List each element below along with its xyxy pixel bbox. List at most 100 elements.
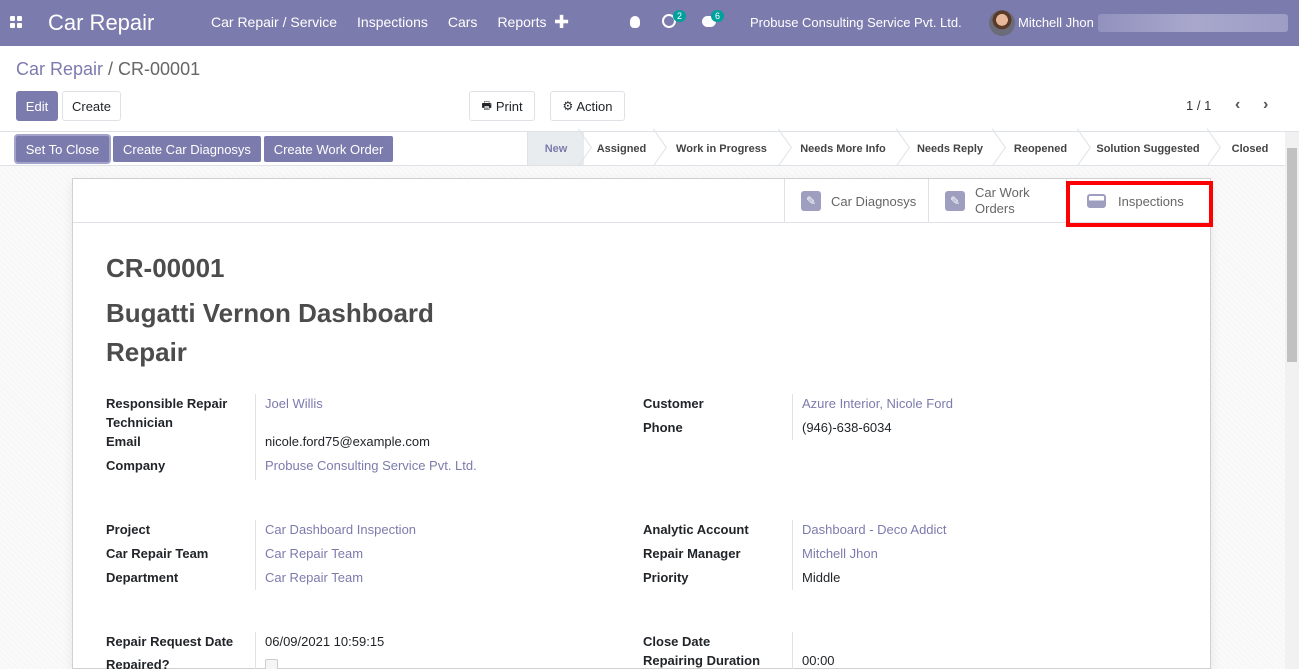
customer-label: Customer	[643, 396, 704, 411]
divider	[255, 394, 256, 480]
request-date-field[interactable]: 06/09/2021 10:59:15	[265, 632, 384, 651]
activity-badge: 2	[673, 10, 687, 22]
car-work-orders-label-line1: Car Work	[975, 185, 1030, 200]
statusbar: Set To Close Create Car Diagnosys Create…	[0, 132, 1299, 166]
company-switcher[interactable]: Probuse Consulting Service Pvt. Ltd.	[750, 15, 962, 30]
company-label: Company	[106, 458, 166, 473]
apps-menu-icon[interactable]	[10, 16, 22, 28]
email-label: Email	[106, 434, 141, 449]
action-button[interactable]: ⚙ Action	[550, 91, 625, 121]
control-panel: Car Repair / CR-00001 Edit Create 🖶 Print ⚙…	[0, 46, 1299, 132]
project-label: Project	[106, 522, 151, 537]
stage-closed[interactable]: Closed	[1213, 132, 1287, 165]
app-title[interactable]: Car Repair	[48, 10, 154, 36]
stage-needs-reply[interactable]: Needs Reply	[902, 132, 998, 165]
stage-pipeline: New Assigned Work in Progress Needs More…	[527, 132, 1287, 165]
technician-field[interactable]: Joel Willis	[265, 394, 323, 413]
gear-icon: ⚙	[562, 99, 574, 113]
messages-chat-icon[interactable]: 6	[702, 10, 725, 27]
priority-label: Priority	[643, 570, 689, 585]
stage-solution-suggested[interactable]: Solution Suggested	[1083, 132, 1213, 165]
technician-label-line1: Responsible Repair	[106, 396, 228, 411]
pager-value[interactable]: 1 / 1	[1186, 98, 1211, 113]
action-label: Action	[576, 98, 613, 114]
car-diagnosys-smart-button[interactable]: ✎ Car Diagnosys	[784, 179, 929, 223]
record-name-line1: Bugatti Vernon Dashboard	[106, 298, 434, 328]
team-field[interactable]: Car Repair Team	[265, 544, 363, 563]
repair-manager-field[interactable]: Mitchell Jhon	[802, 544, 878, 563]
user-menu[interactable]: Mitchell Jhon	[1018, 15, 1094, 30]
smart-button-box: ✎ Car Diagnosys ✎ Car Work Orders Inspect…	[73, 179, 1210, 223]
divider	[255, 520, 256, 590]
menu-item-cars[interactable]: Cars	[438, 14, 488, 30]
create-work-order-button[interactable]: Create Work Order	[264, 136, 393, 162]
record-name[interactable]: Bugatti Vernon Dashboard Repair	[106, 294, 466, 372]
technician-label: Responsible Repair Technician	[106, 394, 227, 432]
chevron-right-icon[interactable]: ›	[1263, 96, 1268, 114]
request-date-label: Repair Request Date	[106, 634, 234, 649]
car-work-orders-label: Car Work Orders	[975, 185, 1030, 217]
analytic-account-label: Analytic Account	[643, 522, 749, 537]
create-button[interactable]: Create	[62, 91, 121, 121]
divider	[792, 632, 793, 669]
priority-field[interactable]: Middle	[802, 568, 840, 587]
stage-new[interactable]: New	[528, 132, 584, 165]
menu-item-inspections[interactable]: Inspections	[347, 14, 438, 30]
divider	[792, 520, 793, 590]
inspections-highlight-box	[1066, 181, 1213, 227]
print-button[interactable]: 🖶 Print	[469, 91, 535, 121]
scrollbar[interactable]	[1285, 132, 1299, 669]
messages-badge: 6	[711, 10, 725, 22]
plus-icon[interactable]: ✚	[554, 12, 569, 33]
bug-icon[interactable]	[630, 15, 640, 28]
breadcrumb-separator: /	[108, 59, 114, 79]
menu-item-reports[interactable]: Reports	[487, 14, 556, 30]
duration-field[interactable]: 00:00	[802, 651, 835, 669]
stage-reopened[interactable]: Reopened	[998, 132, 1083, 165]
department-field[interactable]: Car Repair Team	[265, 568, 363, 587]
user-avatar[interactable]	[989, 10, 1015, 36]
car-work-orders-smart-button[interactable]: ✎ Car Work Orders	[928, 179, 1066, 223]
print-icon: 🖶	[481, 99, 492, 112]
divider	[792, 394, 793, 440]
repaired-checkbox[interactable]	[265, 659, 278, 669]
email-field[interactable]: nicole.ford75@example.com	[265, 432, 430, 451]
analytic-account-field[interactable]: Dashboard - Deco Addict	[802, 520, 947, 539]
record-name-line2: Repair	[106, 337, 187, 367]
activity-clock-icon[interactable]: 2	[662, 10, 687, 28]
create-car-diagnosys-button[interactable]: Create Car Diagnosys	[113, 136, 261, 162]
breadcrumb-current: CR-00001	[118, 59, 201, 79]
top-navbar: Car Repair Car Repair / Service Inspecti…	[0, 0, 1299, 46]
print-label: Print	[495, 98, 523, 114]
car-work-orders-label-line2: Orders	[975, 201, 1015, 216]
project-field[interactable]: Car Dashboard Inspection	[265, 520, 416, 539]
set-to-close-button[interactable]: Set To Close	[16, 136, 109, 162]
technician-label-line2: Technician	[106, 415, 173, 430]
divider	[255, 632, 256, 669]
record-id: CR-00001	[106, 253, 225, 283]
car-diagnosys-label: Car Diagnosys	[831, 193, 917, 209]
repair-manager-label: Repair Manager	[643, 546, 741, 561]
main-menu: Car Repair / Service Inspections Cars Re…	[201, 14, 556, 30]
menu-item-car-repair-service[interactable]: Car Repair / Service	[201, 14, 347, 30]
scrollbar-thumb[interactable]	[1287, 148, 1297, 362]
pencil-icon: ✎	[945, 191, 965, 211]
repaired-label: Repaired?	[106, 657, 170, 669]
phone-label: Phone	[643, 420, 683, 435]
phone-field[interactable]: (946)-638-6034	[802, 418, 892, 437]
form-sheet: ✎ Car Diagnosys ✎ Car Work Orders Inspect…	[72, 178, 1213, 669]
stage-needs-more-info[interactable]: Needs More Info	[784, 132, 902, 165]
stage-work-in-progress[interactable]: Work in Progress	[659, 132, 784, 165]
department-label: Department	[106, 570, 179, 585]
edit-button[interactable]: Edit	[16, 91, 58, 121]
company-field[interactable]: Probuse Consulting Service Pvt. Ltd.	[265, 456, 477, 475]
close-date-label: Close Date	[643, 634, 711, 649]
blurred-area	[1098, 14, 1288, 32]
systray: 2 6	[630, 10, 725, 28]
chevron-left-icon[interactable]: ‹	[1235, 96, 1240, 114]
breadcrumb-parent[interactable]: Car Repair	[16, 59, 103, 79]
customer-field[interactable]: Azure Interior, Nicole Ford	[802, 394, 953, 413]
duration-label: Repairing Duration	[643, 653, 761, 668]
pencil-icon: ✎	[801, 191, 821, 211]
stage-assigned[interactable]: Assigned	[584, 132, 659, 165]
